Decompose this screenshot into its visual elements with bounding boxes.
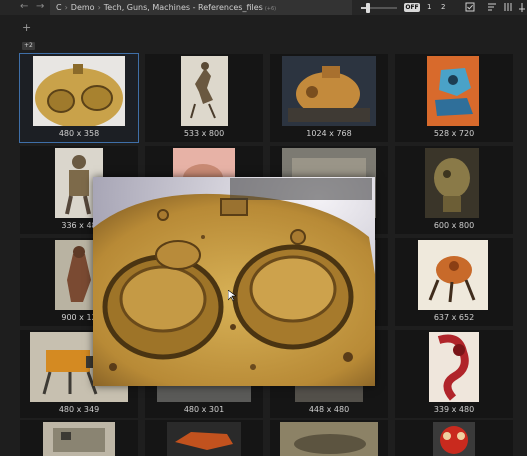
thumbnail-card[interactable] (145, 420, 263, 456)
breadcrumb-current[interactable]: Tech, Guns, Machines - References_files (104, 3, 263, 12)
pin-icon[interactable] (516, 1, 527, 13)
preview-image (93, 177, 375, 386)
thumbnail-dimensions: 637 x 652 (433, 313, 475, 322)
top-toolbar: ← → C › Demo › Tech, Guns, Machines - Refere… (0, 0, 527, 15)
thumbnail-image (181, 56, 228, 126)
breadcrumb-folder[interactable]: Demo (71, 3, 95, 12)
thumbnail-image (282, 56, 376, 126)
breadcrumb-root[interactable]: C (56, 3, 62, 12)
arrow-right-icon[interactable]: → (36, 1, 44, 13)
thumbnail-image (33, 56, 125, 126)
thumbnail-card[interactable]: 528 x 720 (395, 54, 513, 142)
thumbnail-dimensions: 339 x 480 (433, 405, 475, 414)
add-button[interactable]: + (22, 22, 31, 33)
thumbnail-image (427, 56, 479, 126)
thumbnail-dimensions: 533 x 800 (183, 129, 225, 138)
page-1-button[interactable]: 1 (427, 2, 431, 12)
thumbnail-image (280, 422, 378, 456)
preview-toolbar (230, 178, 372, 200)
thumbnail-dimensions: 528 x 720 (433, 129, 475, 138)
mouse-cursor-icon (228, 290, 236, 302)
thumbnail-card[interactable]: 339 x 480 (395, 330, 513, 418)
chevron-right-icon: › (97, 3, 101, 12)
thumbnail-image (433, 422, 475, 456)
thumbnail-card[interactable]: 637 x 652 (395, 238, 513, 326)
path-badge: (+6) (264, 6, 277, 12)
thumbnail-dimensions: 448 x 480 (308, 405, 350, 414)
columns-icon[interactable] (502, 1, 514, 13)
thumbnail-card[interactable] (395, 420, 513, 456)
thumbnail-card[interactable]: 480 x 358 (19, 53, 139, 143)
thumbnail-image (43, 422, 115, 456)
thumbnail-card[interactable] (270, 420, 388, 456)
filter-toggle[interactable]: OFF (404, 3, 420, 12)
arrow-left-icon[interactable]: ← (20, 1, 28, 13)
image-preview[interactable] (93, 177, 375, 386)
thumbnail-image (167, 422, 241, 456)
thumbnail-card[interactable] (20, 420, 138, 456)
thumbnail-image (418, 240, 488, 310)
sort-icon[interactable] (486, 1, 498, 13)
breadcrumb[interactable]: C › Demo › Tech, Guns, Machines - References… (50, 0, 352, 15)
page-2-button[interactable]: 2 (441, 2, 445, 12)
thumbnail-dimensions: 480 x 301 (183, 405, 225, 414)
thumbnail-card[interactable]: 533 x 800 (145, 54, 263, 142)
thumbnail-dimensions: 600 x 800 (433, 221, 475, 230)
thumbnail-dimensions: 1024 x 768 (306, 129, 352, 138)
zoom-slider-thumb[interactable] (366, 3, 371, 13)
chevron-right-icon: › (64, 3, 68, 12)
thumbnail-image (425, 148, 479, 218)
thumbnail-image (429, 332, 479, 402)
zoom-slider[interactable] (361, 3, 397, 13)
thumbnail-card[interactable]: 600 x 800 (395, 146, 513, 234)
count-badge: +2 (22, 42, 35, 50)
thumbnail-card[interactable]: 1024 x 768 (270, 54, 388, 142)
thumbnail-dimensions: 480 x 358 (58, 129, 100, 138)
checkbox-icon[interactable] (464, 1, 476, 13)
thumbnail-dimensions: 480 x 349 (58, 405, 100, 414)
